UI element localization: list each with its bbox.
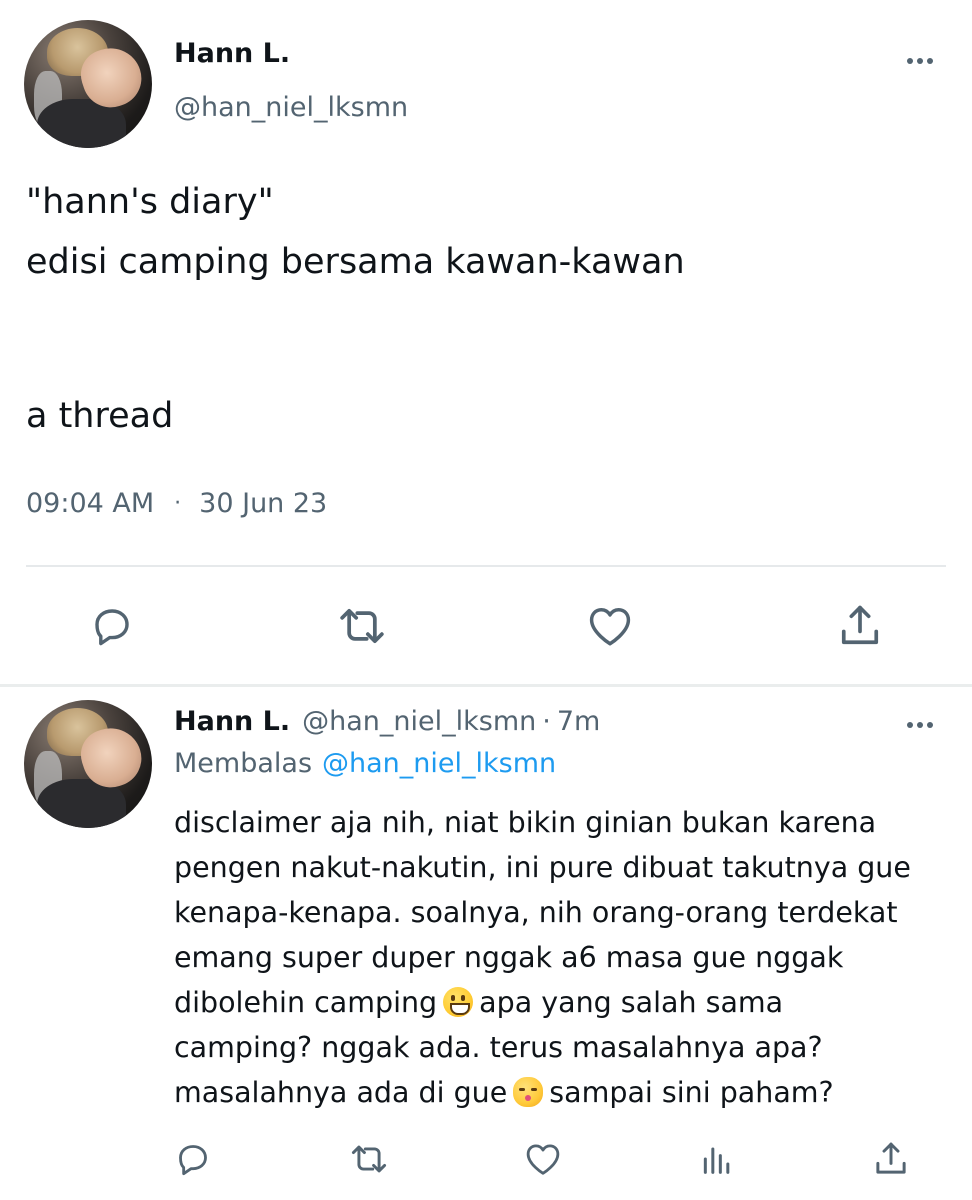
reply-time[interactable]: 7m xyxy=(557,706,600,737)
retweet-icon xyxy=(351,1145,387,1173)
reply-author-name[interactable]: Hann L. xyxy=(174,706,290,737)
tweet-time[interactable]: 09:04 AM xyxy=(26,488,154,519)
tweet-text-line: edisi camping bersama kawan-kawan xyxy=(26,242,685,282)
header-separator: · xyxy=(542,706,551,737)
reply-text-fragment: sampai sini paham? xyxy=(549,1076,834,1109)
like-button[interactable] xyxy=(580,596,640,656)
more-options-icon xyxy=(907,58,933,64)
replying-label: Membalas xyxy=(174,748,313,779)
like-icon xyxy=(589,608,631,646)
thread-separator xyxy=(0,684,972,687)
share-icon xyxy=(841,605,879,645)
reply-text-line: pengen nakut-nakutin, ini pure dibuat ta… xyxy=(174,851,911,884)
reply-author-avatar[interactable] xyxy=(24,700,152,828)
kissing-cat-emoji xyxy=(513,1077,544,1107)
author-name[interactable]: Hann L. xyxy=(174,38,290,69)
views-icon xyxy=(703,1147,730,1174)
reply-text-line: dibolehin camping apa yang salah sama xyxy=(174,980,954,1025)
more-options-icon xyxy=(907,722,933,728)
reply-views-button[interactable] xyxy=(692,1134,742,1184)
tweet-text-line: a thread xyxy=(26,396,174,436)
author-handle[interactable]: @han_niel_lksmn xyxy=(174,92,408,123)
author-avatar[interactable] xyxy=(24,20,152,148)
reply-text: disclaimer aja nih, niat bikin ginian bu… xyxy=(174,800,954,1115)
replying-to: Membalas @han_niel_lksmn xyxy=(174,748,556,779)
more-options-button[interactable] xyxy=(900,46,940,76)
retweet-button[interactable] xyxy=(332,596,392,656)
reply-text-line: emang super duper nggak a6 masa gue ngga… xyxy=(174,941,844,974)
tweet-date[interactable]: 30 Jun 23 xyxy=(199,488,327,519)
retweet-icon xyxy=(340,608,384,644)
reply-retweet-button[interactable] xyxy=(344,1134,394,1184)
reply-share-button[interactable] xyxy=(866,1134,916,1184)
reply-button[interactable] xyxy=(82,596,142,656)
reply-text-line: masalahnya ada di gue sampai sini paham? xyxy=(174,1070,954,1115)
metadata-separator: · xyxy=(174,491,182,516)
reply-text-line: disclaimer aja nih, niat bikin ginian bu… xyxy=(174,806,877,839)
reply-text-fragment: dibolehin camping xyxy=(174,986,438,1019)
reply-header: Hann L. @han_niel_lksmn · 7m xyxy=(174,706,600,737)
reply-reply-button[interactable] xyxy=(168,1134,218,1184)
reply-text-fragment: apa yang salah sama xyxy=(479,986,784,1019)
tweet-text-line: "hann's diary" xyxy=(26,182,274,222)
main-tweet: Hann L. @han_niel_lksmn "hann's diary" e… xyxy=(0,0,972,686)
grinning-face-emoji xyxy=(443,987,474,1017)
reply-more-options-button[interactable] xyxy=(900,710,940,740)
reply-icon xyxy=(179,1145,207,1176)
tweet-metadata: 09:04 AM · 30 Jun 23 xyxy=(26,488,327,519)
reply-text-fragment: masalahnya ada di gue xyxy=(174,1076,508,1109)
divider xyxy=(26,565,946,567)
share-icon xyxy=(876,1142,906,1174)
reply-text-line: camping? nggak ada. terus masalahnya apa… xyxy=(174,1031,823,1064)
reply-author-handle[interactable]: @han_niel_lksmn xyxy=(302,706,536,737)
share-button[interactable] xyxy=(830,596,890,656)
reply-like-button[interactable] xyxy=(518,1134,568,1184)
replying-mention-link[interactable]: @han_niel_lksmn xyxy=(322,748,556,779)
reply-text-line: kenapa-kenapa. soalnya, nih orang-orang … xyxy=(174,896,898,929)
like-icon xyxy=(526,1144,560,1175)
reply-icon xyxy=(95,609,129,646)
